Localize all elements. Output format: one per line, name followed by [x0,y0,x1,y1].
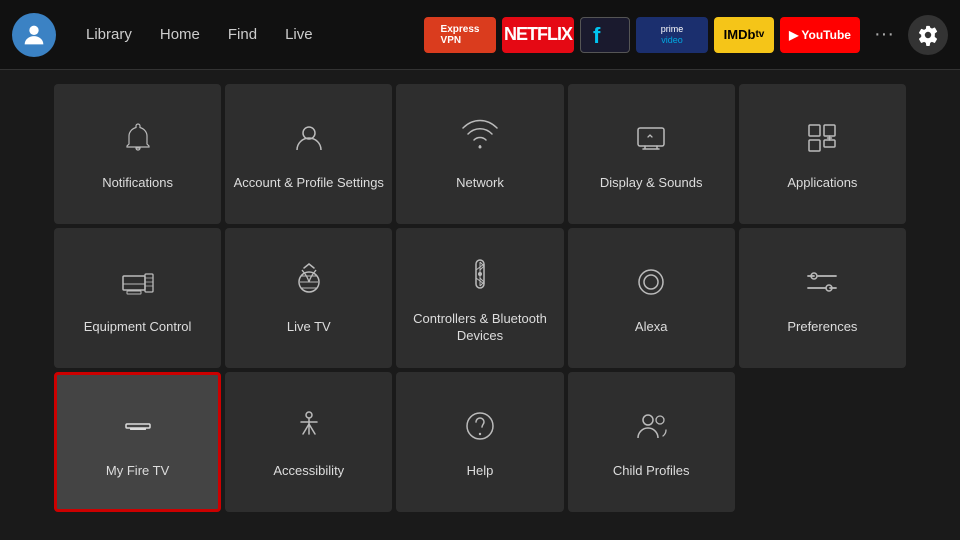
accessibility-label: Accessibility [273,463,344,480]
grid-item-child-profiles[interactable]: Child Profiles [568,372,735,512]
display-sounds-icon [629,116,673,165]
top-nav: Library Home Find Live ExpressVPN NETFLI… [0,0,960,70]
settings-grid: Notifications Account & Profile Settings… [0,70,960,526]
help-label: Help [467,463,494,480]
my-fire-tv-label: My Fire TV [106,463,169,480]
alexa-icon [629,260,673,309]
grid-item-applications[interactable]: Applications [739,84,906,224]
equipment-control-label: Equipment Control [84,319,192,336]
nav-library[interactable]: Library [74,20,144,49]
app-shortcuts: ExpressVPN NETFLIX f primevideo IMDbtv ▶… [424,15,948,55]
equipment-control-icon [116,260,160,309]
applications-icon [800,116,844,165]
grid-item-account-profile[interactable]: Account & Profile Settings [225,84,392,224]
netflix-button[interactable]: NETFLIX [502,17,574,53]
live-tv-icon [287,260,331,309]
network-icon [458,116,502,165]
expressvpn-button[interactable]: ExpressVPN [424,17,496,53]
freevee-button[interactable]: f [580,17,630,53]
child-profiles-icon [629,404,673,453]
youtube-button[interactable]: ▶ YouTube [780,17,860,53]
controllers-bluetooth-icon [458,252,502,301]
imdb-button[interactable]: IMDbtv [714,17,774,53]
alexa-label: Alexa [635,319,668,336]
live-tv-label: Live TV [287,319,331,336]
grid-item-help[interactable]: Help [396,372,563,512]
grid-item-network[interactable]: Network [396,84,563,224]
grid-item-equipment-control[interactable]: Equipment Control [54,228,221,368]
notifications-icon [116,116,160,165]
controllers-bluetooth-label: Controllers & Bluetooth Devices [404,311,555,345]
account-profile-icon [287,116,331,165]
child-profiles-label: Child Profiles [613,463,690,480]
grid-item-controllers-bluetooth[interactable]: Controllers & Bluetooth Devices [396,228,563,368]
preferences-label: Preferences [787,319,857,336]
nav-home[interactable]: Home [148,20,212,49]
preferences-icon [800,260,844,309]
grid-item-my-fire-tv[interactable]: My Fire TV [54,372,221,512]
more-apps-button[interactable]: ··· [866,19,902,50]
account-profile-label: Account & Profile Settings [234,175,384,192]
grid-item-alexa[interactable]: Alexa [568,228,735,368]
grid-item-display-sounds[interactable]: Display & Sounds [568,84,735,224]
prime-video-button[interactable]: primevideo [636,17,708,53]
notifications-label: Notifications [102,175,173,192]
nav-links: Library Home Find Live [74,20,325,49]
grid-item-accessibility[interactable]: Accessibility [225,372,392,512]
grid-item-preferences[interactable]: Preferences [739,228,906,368]
nav-find[interactable]: Find [216,20,269,49]
network-label: Network [456,175,504,192]
my-fire-tv-icon [116,404,160,453]
grid-item-live-tv[interactable]: Live TV [225,228,392,368]
applications-label: Applications [787,175,857,192]
user-avatar[interactable] [12,13,56,57]
svg-text:f: f [593,23,601,48]
settings-gear-button[interactable] [908,15,948,55]
nav-live[interactable]: Live [273,20,325,49]
display-sounds-label: Display & Sounds [600,175,703,192]
help-icon [458,404,502,453]
grid-item-notifications[interactable]: Notifications [54,84,221,224]
accessibility-icon [287,404,331,453]
